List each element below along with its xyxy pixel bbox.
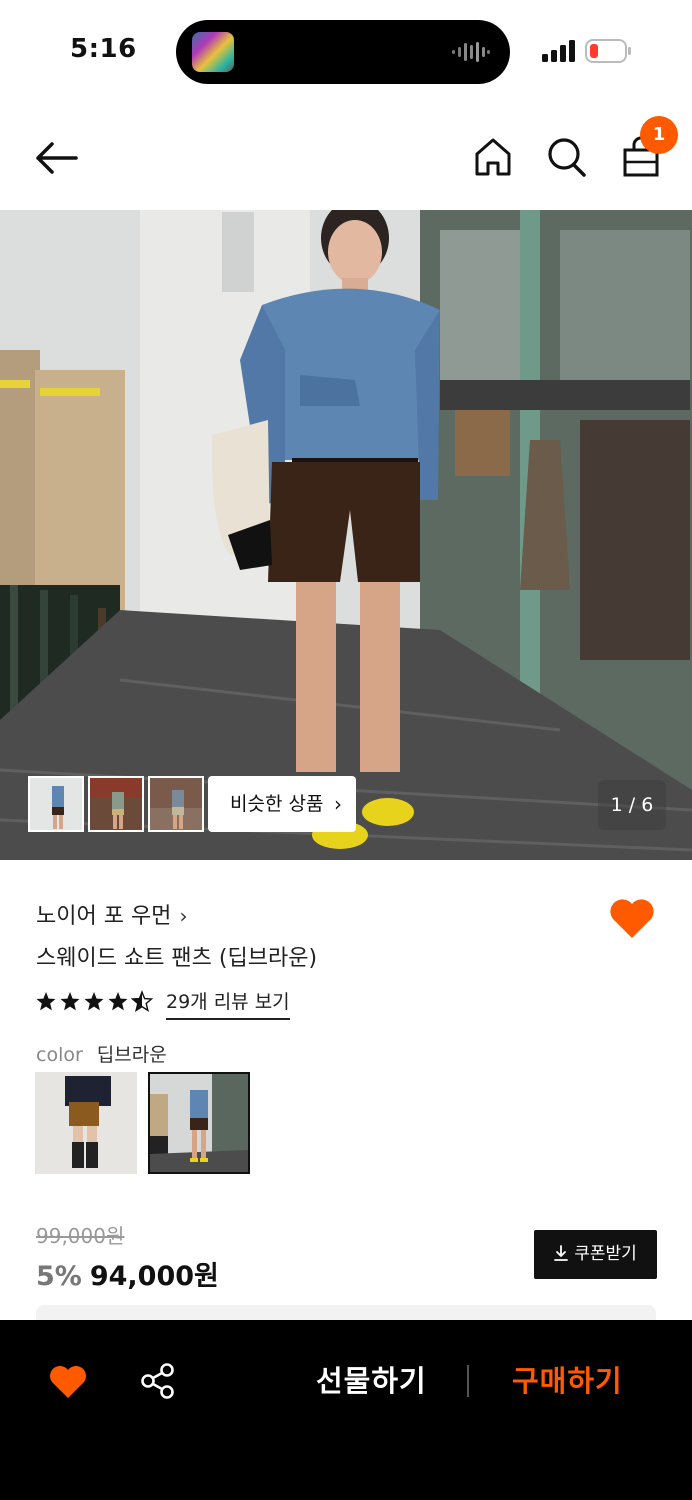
wishlist-heart-icon[interactable]: [608, 896, 656, 940]
download-icon: [554, 1245, 569, 1261]
battery-low-icon: [585, 39, 631, 63]
sale-price-row: 5% 94,000원: [36, 1254, 219, 1293]
share-icon[interactable]: [140, 1362, 176, 1400]
sale-price: 94,000원: [89, 1261, 219, 1292]
status-time: 5:16: [70, 34, 137, 64]
divider: [467, 1365, 469, 1397]
product-title: 스웨이드 쇼트 팬츠 (딥브라운): [36, 946, 318, 971]
gallery-thumbnail[interactable]: [148, 776, 204, 832]
home-icon[interactable]: [474, 137, 512, 177]
cellular-signal-icon: [542, 40, 575, 62]
color-key: color: [36, 1044, 83, 1066]
original-price: 99,000원: [36, 1224, 125, 1248]
similar-products-label: 비슷한 상품: [230, 793, 324, 815]
similar-products-button[interactable]: 비슷한 상품 ›: [208, 776, 356, 832]
now-playing-artwork: [192, 32, 234, 72]
chevron-right-icon: ›: [334, 792, 342, 816]
color-swatch[interactable]: [35, 1072, 137, 1174]
discount-rate: 5%: [36, 1261, 82, 1292]
coupon-download-button[interactable]: 쿠폰받기: [534, 1230, 657, 1279]
brand-name: 노이어 포 우먼: [36, 904, 172, 929]
dynamic-island[interactable]: [176, 20, 510, 84]
color-option-label: color 딥브라운: [36, 1040, 167, 1067]
cart-count-badge: 1: [640, 116, 678, 154]
color-value: 딥브라운: [96, 1044, 167, 1066]
back-arrow-icon[interactable]: [32, 138, 80, 178]
audio-wave-icon: [452, 42, 490, 62]
buy-button[interactable]: 구매하기: [512, 1358, 623, 1400]
wishlist-heart-icon[interactable]: [48, 1364, 88, 1400]
coupon-label: 쿠폰받기: [574, 1244, 637, 1264]
product-photo: [0, 210, 692, 860]
status-bar: 5:16: [0, 0, 692, 100]
star-rating-icon: [36, 991, 153, 1012]
gallery-thumbnail[interactable]: [28, 776, 84, 832]
image-page-indicator: 1 / 6: [598, 780, 666, 830]
chevron-right-icon: ›: [179, 904, 188, 928]
top-navigation: [0, 110, 692, 206]
gift-button[interactable]: 선물하기: [316, 1358, 427, 1400]
review-link[interactable]: 29개 리뷰 보기: [166, 987, 290, 1020]
color-swatch-selected[interactable]: [148, 1072, 250, 1174]
gallery-thumbnail[interactable]: [88, 776, 144, 832]
bottom-action-bar: 선물하기 구매하기: [0, 1320, 692, 1500]
product-image-carousel[interactable]: 비슷한 상품 › 1 / 6: [0, 210, 692, 860]
brand-link[interactable]: 노이어 포 우먼 ›: [36, 898, 187, 930]
search-icon[interactable]: [547, 136, 587, 178]
